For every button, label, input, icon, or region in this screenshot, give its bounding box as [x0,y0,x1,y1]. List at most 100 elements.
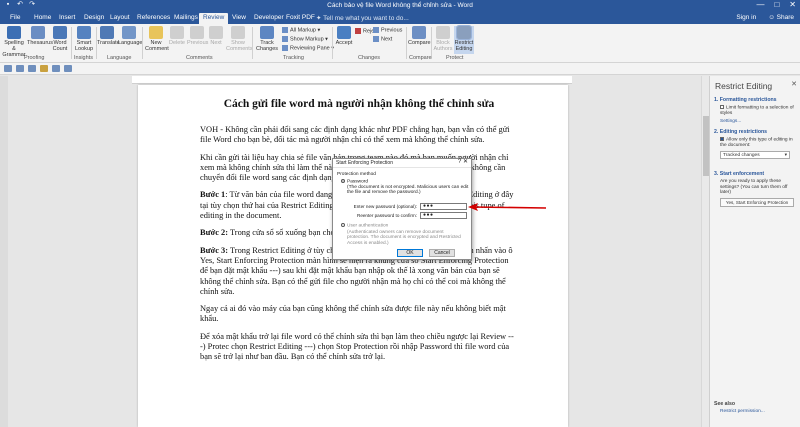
new-comment-button[interactable]: New Comment [145,26,169,52]
user-authentication-radio[interactable]: User authentication [341,223,388,229]
next-comment-button[interactable]: Next [208,26,224,46]
person-icon: ☺ [768,14,777,21]
close-icon[interactable]: ✕ [463,159,468,165]
start-enforcing-protection-button[interactable]: Yes, Start Enforcing Protection [720,198,794,207]
tab-foxit-pdf[interactable]: Foxit PDF [282,13,319,24]
window-controls: — □ ✕ [756,0,796,9]
settings-link[interactable]: Settings... [720,119,741,125]
document-title: Cách gửi file word mà người nhận không t… [223,98,495,110]
globe-icon [122,26,136,39]
next-change-icon [373,36,379,42]
group-label-comments: Comments [186,55,213,61]
group-label-changes: Changes [358,55,381,61]
redo-icon[interactable] [28,65,36,72]
horizontal-ruler [132,76,572,84]
block-authors-button[interactable]: Block Authors [433,26,453,52]
tab-layout[interactable]: Layout [106,13,134,24]
help-icon[interactable]: ? [458,159,461,165]
dialog-close-button[interactable]: ? ✕ [458,159,468,165]
protection-method-label: Protection method [337,172,376,177]
search-icon [77,26,91,39]
translate-button[interactable]: Translate [97,26,120,46]
group-label-protect: Protect [446,55,464,61]
minimize-button[interactable]: — [756,0,764,9]
tell-me-box[interactable]: ✦ Tell me what you want to do... [316,14,409,22]
track-changes-button[interactable]: Track Changes [255,26,279,52]
show-markup-icon [282,36,288,42]
markup-icon [282,27,288,33]
maximize-button[interactable]: □ [774,0,779,9]
start-enforcing-protection-dialog: Start Enforcing Protection ? ✕ Protectio… [332,158,472,260]
show-comments-button[interactable]: Show Comments [226,26,253,52]
next-change-button[interactable]: Next [373,36,392,42]
tab-home[interactable]: Home [30,13,55,24]
group-divider [71,27,72,59]
start-enforcement-text: Are you ready to apply these settings? (… [720,179,788,196]
paragraph-intro: VOH - Không cần phải đổi sang các định d… [200,125,510,145]
password-radio[interactable]: Password [341,179,368,185]
print-icon[interactable] [52,65,60,72]
see-also-heading: See also [714,401,736,407]
checkbox-checked-icon [720,137,724,141]
count-icon [53,26,67,39]
word-count-button[interactable]: Word Count [50,26,70,52]
ribbon: Spelling & Grammar Thesaurus Word Count … [0,24,800,63]
limit-formatting-checkbox[interactable]: Limit formatting to a selection of style… [720,105,796,116]
sign-in-link[interactable]: Sign in [736,14,756,21]
close-button[interactable]: ✕ [789,0,796,9]
radio-selected-icon [341,179,345,183]
tab-view[interactable]: View [228,13,250,24]
vertical-scrollbar[interactable] [701,76,709,427]
translate-icon [100,26,114,39]
paragraph-remove-password: Để xóa mật khẩu trở lại file word có thể… [200,331,514,362]
new-password-input[interactable]: ●●● [420,203,467,210]
customize-icon[interactable] [64,65,72,72]
spelling-grammar-button[interactable]: Spelling & Grammar [2,26,26,58]
accept-button[interactable]: Accept [335,26,353,46]
thesaurus-button[interactable]: Thesaurus [27,26,53,46]
tab-mailings[interactable]: Mailings [170,13,202,24]
group-divider [142,27,143,59]
pane-close-icon[interactable]: ✕ [791,81,797,88]
group-label-language: Language [107,55,132,61]
reviewing-pane-dropdown[interactable]: Reviewing Pane ▾ [282,45,334,51]
share-button[interactable]: ☺ Share [768,14,794,21]
restrict-editing-button[interactable]: Restrict Editing [454,25,474,54]
spelling-icon [7,26,21,39]
tab-references[interactable]: References [133,13,174,24]
radio-empty-icon [341,223,345,227]
delete-comment-button[interactable]: Delete [168,26,186,46]
save-icon[interactable] [4,65,12,72]
compare-button[interactable]: Compare [408,26,431,46]
next-icon [209,26,223,39]
group-divider [332,27,333,59]
show-markup-dropdown[interactable]: Show Markup ▾ [282,36,328,42]
chevron-down-icon: ▾ [784,153,787,158]
undo-icon[interactable] [16,65,24,72]
red-arrow-icon [468,203,547,211]
tab-design[interactable]: Design [80,13,108,24]
editing-type-select[interactable]: Tracked changes ▾ [720,151,790,159]
tab-insert[interactable]: Insert [55,13,79,24]
step-2-label: Bước 2: [200,228,229,238]
previous-change-button[interactable]: Previous [373,27,402,33]
vertical-ruler [0,76,8,427]
checkbox-icon [720,105,724,109]
tab-file[interactable]: File [6,13,24,24]
allow-editing-checkbox[interactable]: Allow only this type of editing in the d… [720,137,796,148]
ok-button[interactable]: OK [397,249,423,257]
enter-password-label: Enter new password (optional): [353,204,417,209]
smart-lookup-button[interactable]: Smart Lookup [73,26,95,52]
language-button[interactable]: Language [118,26,142,46]
previous-comment-button[interactable]: Previous [187,26,208,46]
user-authentication-note: (Authenticated owners can remove documen… [347,230,461,246]
pane-icon [282,45,288,51]
restrict-permission-link[interactable]: Restrict permission... [720,409,765,415]
reject-icon [355,28,361,34]
cancel-button[interactable]: Cancel [429,249,455,257]
display-for-review-dropdown[interactable]: All Markup ▾ [282,27,320,33]
confirm-password-input[interactable]: ●●● [420,212,467,219]
folder-icon[interactable] [40,65,48,72]
tab-review[interactable]: Review [199,13,229,24]
comments-icon [231,26,245,39]
